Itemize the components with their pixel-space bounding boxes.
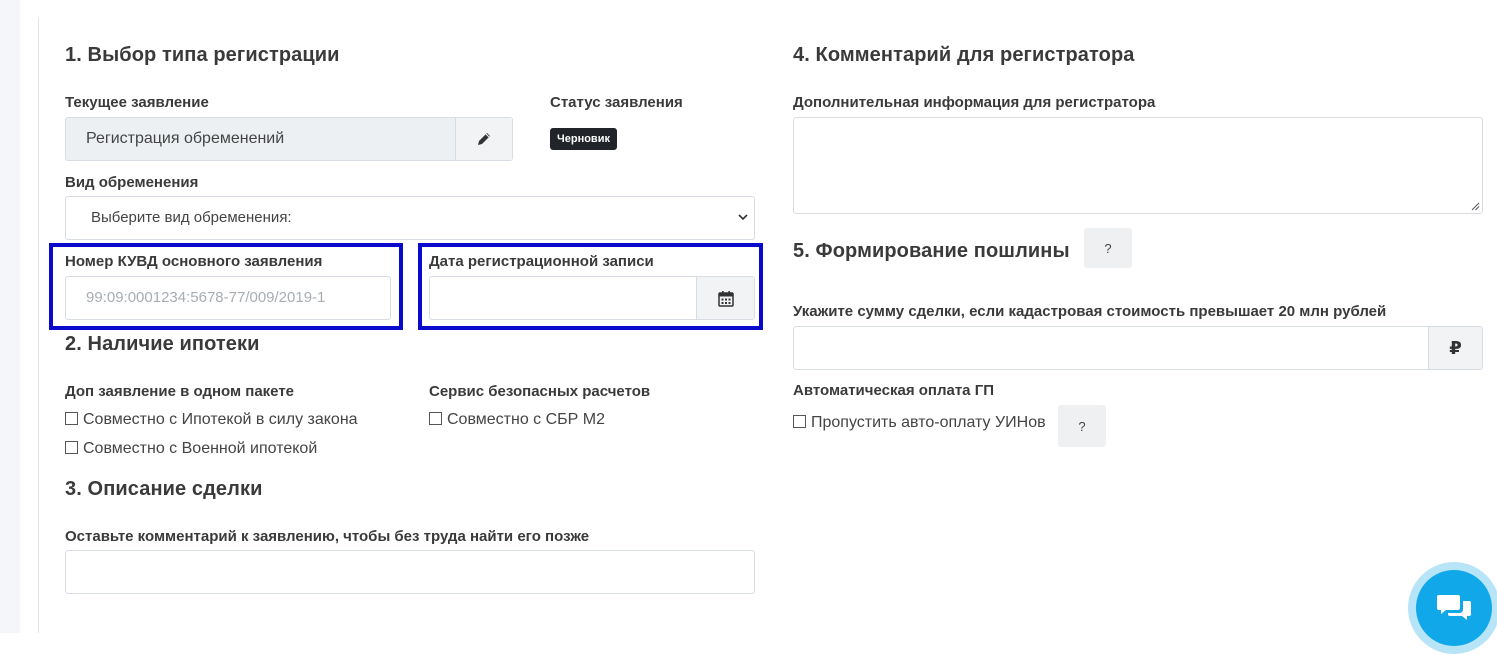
checkbox-mortgage-by-law[interactable]: Совместно с Ипотекой в силу закона <box>65 411 358 429</box>
current-application-value: Регистрация обременений <box>86 130 285 147</box>
section-2-title: 2. Наличие ипотеки <box>65 333 260 355</box>
chevron-down-icon <box>738 214 748 221</box>
checkbox-box[interactable] <box>65 441 78 454</box>
section-3-title: 3. Описание сделки <box>65 478 263 500</box>
calendar-icon <box>717 290 734 307</box>
registration-date-input[interactable] <box>429 276 755 320</box>
checkbox-sbr-m2-label: Совместно с СБР М2 <box>447 411 606 428</box>
checkbox-box[interactable] <box>793 415 806 428</box>
application-status-label: Статус заявления <box>550 94 683 111</box>
checkbox-box[interactable] <box>429 412 442 425</box>
checkbox-military-mortgage-label: Совместно с Военной ипотекой <box>83 440 318 457</box>
pencil-icon <box>478 133 490 145</box>
duty-help-button[interactable]: ? <box>1084 228 1132 268</box>
checkbox-box[interactable] <box>65 412 78 425</box>
checkbox-military-mortgage[interactable]: Совместно с Военной ипотекой <box>65 440 317 458</box>
auto-payment-help-button[interactable]: ? <box>1058 405 1106 447</box>
encumbrance-type-select[interactable]: Выберите вид обременения: <box>65 196 755 240</box>
checkbox-mortgage-by-law-label: Совместно с Ипотекой в силу закона <box>83 411 358 428</box>
chat-widget-button[interactable] <box>1416 570 1492 646</box>
encumbrance-type-label: Вид обременения <box>65 174 199 191</box>
registration-date-label: Дата регистрационной записи <box>429 253 654 270</box>
kuvd-number-label: Номер КУВД основного заявления <box>65 253 323 270</box>
ruble-icon: ₽ <box>1428 327 1482 369</box>
deal-amount-input[interactable]: ₽ <box>793 326 1483 370</box>
deal-comment-input[interactable] <box>65 550 755 594</box>
current-application-field: Регистрация обременений <box>65 117 513 161</box>
page-gutter <box>0 0 20 633</box>
registrar-info-label: Дополнительная информация для регистрато… <box>793 94 1156 111</box>
status-badge: Черновик <box>550 128 617 150</box>
deal-amount-label: Укажите сумму сделки, если кадастровая с… <box>793 303 1387 320</box>
kuvd-number-placeholder: 99:09:0001234:5678-77/009/2019-1 <box>86 289 326 306</box>
checkbox-skip-auto-payment-label: Пропустить авто-оплату УИНов <box>811 414 1046 431</box>
auto-payment-label: Автоматическая оплата ГП <box>793 382 994 399</box>
section-1-title: 1. Выбор типа регистрации <box>65 44 340 66</box>
checkbox-sbr-m2[interactable]: Совместно с СБР М2 <box>429 411 605 429</box>
chat-bubbles-icon <box>1437 595 1471 620</box>
extra-application-label: Доп заявление в одном пакете <box>65 383 295 400</box>
current-application-label: Текущее заявление <box>65 94 209 111</box>
resize-handle-icon[interactable] <box>1471 202 1480 211</box>
checkbox-skip-auto-payment[interactable]: Пропустить авто-оплату УИНов <box>793 414 1046 432</box>
kuvd-number-input[interactable]: 99:09:0001234:5678-77/009/2019-1 <box>65 276 391 320</box>
section-5-title: 5. Формирование пошлины <box>793 240 1070 262</box>
deal-comment-label: Оставьте комментарий к заявлению, чтобы … <box>65 528 590 545</box>
section-4-title: 4. Комментарий для регистратора <box>793 44 1135 66</box>
encumbrance-type-selected: Выберите вид обременения: <box>91 209 292 226</box>
content-divider <box>38 18 39 633</box>
registrar-info-textarea[interactable] <box>793 117 1483 214</box>
calendar-button[interactable] <box>696 277 754 319</box>
edit-application-button[interactable] <box>455 118 512 160</box>
safe-settlement-label: Сервис безопасных расчетов <box>429 383 651 400</box>
